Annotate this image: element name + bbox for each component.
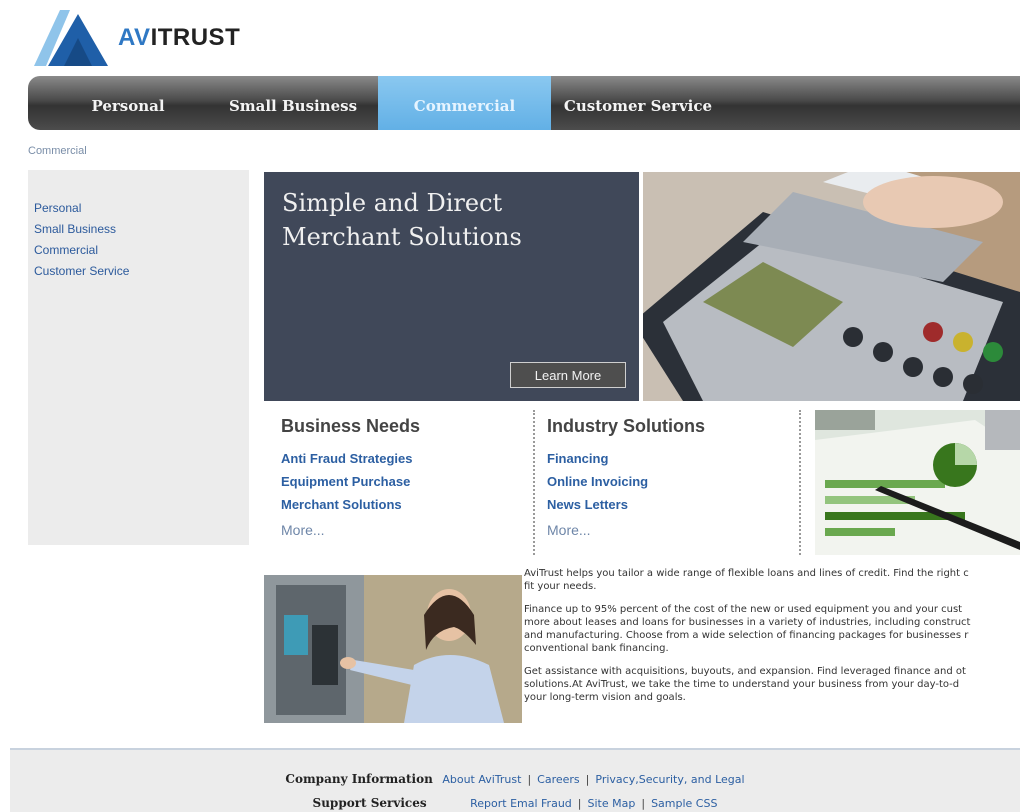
footer-separator: |: [641, 797, 646, 810]
link-news-letters[interactable]: News Letters: [547, 493, 787, 516]
link-merchant-solutions[interactable]: Merchant Solutions: [281, 493, 521, 516]
footer-link-report-fraud[interactable]: Report Emal Fraud: [470, 797, 572, 810]
footer-link-sample-css[interactable]: Sample CSS: [651, 797, 717, 810]
breadcrumb[interactable]: Commercial: [28, 145, 87, 157]
nav-small-business[interactable]: Small Business: [218, 76, 368, 130]
main-nav: Personal Small Business Commercial Custo…: [28, 76, 1020, 130]
industry-solutions-more-link[interactable]: More...: [547, 522, 787, 538]
business-needs-heading: Business Needs: [281, 416, 421, 436]
nav-commercial[interactable]: Commercial: [378, 76, 551, 130]
business-needs-column: Business Needs Anti Fraud Strategies Equ…: [281, 416, 521, 538]
footer-separator: |: [585, 773, 590, 786]
footer-company-row: Company Information About AviTrust | Caree…: [10, 772, 1020, 786]
column-divider: [533, 410, 535, 555]
financial-report-image: [815, 410, 1020, 555]
sidebar-item-personal[interactable]: Personal: [34, 198, 249, 219]
business-needs-more-link[interactable]: More...: [281, 522, 521, 538]
logo[interactable]: AVITRUST: [34, 8, 244, 68]
industry-solutions-column: Industry Solutions Financing Online Invo…: [547, 416, 787, 538]
card-terminal-image: [643, 172, 1020, 401]
nav-customer-service[interactable]: Customer Service: [558, 76, 718, 130]
sidebar-item-commercial[interactable]: Commercial: [34, 240, 249, 261]
footer-support-row: Support Services Report Emal Fraud | Site …: [10, 796, 1020, 810]
column-divider: [799, 410, 801, 555]
logo-mark-icon: [34, 10, 108, 66]
footer-separator: |: [577, 797, 582, 810]
footer-link-privacy[interactable]: Privacy,Security, and Legal: [595, 773, 744, 786]
footer: Company Information About AviTrust | Caree…: [10, 748, 1020, 812]
link-financing[interactable]: Financing: [547, 447, 787, 470]
sidebar-item-small-business[interactable]: Small Business: [34, 219, 249, 240]
commercial-description: AviTrust helps you tailor a wide range o…: [524, 567, 1020, 714]
logo-text: AVITRUST: [118, 24, 241, 51]
footer-separator: |: [527, 773, 532, 786]
industry-solutions-heading: Industry Solutions: [547, 416, 706, 436]
footer-link-site-map[interactable]: Site Map: [588, 797, 636, 810]
link-equipment-purchase[interactable]: Equipment Purchase: [281, 470, 521, 493]
link-online-invoicing[interactable]: Online Invoicing: [547, 470, 787, 493]
link-anti-fraud-strategies[interactable]: Anti Fraud Strategies: [281, 447, 521, 470]
hero-title: Simple and Direct Merchant Solutions: [282, 189, 522, 251]
assistance-paragraph: Get assistance with acquisitions, buyout…: [524, 666, 966, 703]
footer-company-heading: Company Information: [285, 772, 433, 786]
finance-paragraph: Finance up to 95% percent of the cost of…: [524, 604, 971, 654]
footer-support-heading: Support Services: [312, 796, 427, 810]
hero-banner: Simple and Direct Merchant Solutions Lea…: [264, 172, 639, 401]
sidebar: Personal Small Business Commercial Custo…: [28, 170, 249, 545]
intro-paragraph: AviTrust helps you tailor a wide range o…: [524, 568, 969, 592]
nav-personal[interactable]: Personal: [68, 76, 188, 130]
learn-more-button[interactable]: Learn More: [510, 362, 626, 388]
footer-link-about[interactable]: About AviTrust: [442, 773, 521, 786]
footer-link-careers[interactable]: Careers: [537, 773, 580, 786]
sidebar-item-customer-service[interactable]: Customer Service: [34, 261, 249, 282]
atm-customer-image: [264, 575, 522, 723]
